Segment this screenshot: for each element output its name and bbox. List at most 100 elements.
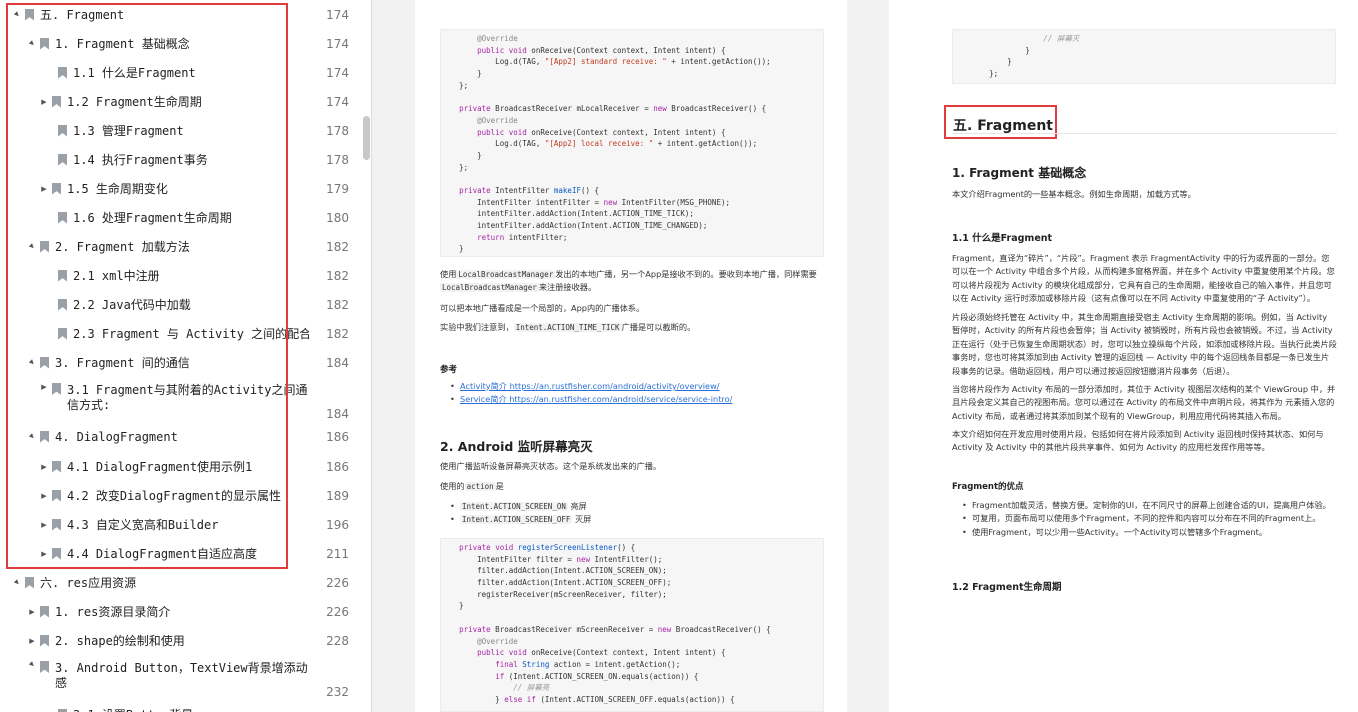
code-line: } bbox=[953, 57, 1012, 67]
collapse-arrow-icon[interactable]: ▲ bbox=[26, 37, 38, 49]
outline-item[interactable]: ▶ 4.3 自定义宽高和Builder 196 bbox=[0, 510, 362, 539]
bookmark-icon bbox=[25, 8, 34, 21]
outline-item[interactable]: ▶ 2. shape的绘制和使用 228 bbox=[0, 626, 362, 655]
bookmark-icon bbox=[52, 489, 61, 502]
bookmark-icon bbox=[40, 37, 49, 50]
list-item: Intent.ACTION_SCREEN_OFF 灭屏 bbox=[448, 513, 828, 527]
expand-arrow-icon[interactable]: ▶ bbox=[39, 383, 49, 391]
outline-page-number: 232 bbox=[326, 685, 349, 699]
outline-item[interactable]: ▶ 4.1 DialogFragment使用示例1 186 bbox=[0, 452, 362, 481]
expand-arrow-icon[interactable]: ▶ bbox=[39, 98, 49, 106]
collapse-arrow-icon[interactable]: ▲ bbox=[26, 240, 38, 252]
paragraph-actions: 使用的 action 是 bbox=[440, 481, 504, 491]
code-line: } bbox=[441, 69, 482, 79]
outline-item[interactable]: ▶ 4.2 改变DialogFragment的显示属性 189 bbox=[0, 481, 362, 510]
code-line: filter.addAction(Intent.ACTION_SCREEN_ON… bbox=[441, 566, 667, 576]
outline-item[interactable]: ▲ 2. Fragment 加载方法 182 bbox=[0, 232, 362, 261]
outline-item[interactable]: ▶ 1. res资源目录简介 226 bbox=[0, 597, 362, 626]
outline-item[interactable]: ▲ 五. Fragment 174 bbox=[0, 0, 362, 29]
expand-arrow-icon[interactable]: ▶ bbox=[39, 492, 49, 500]
outline-item[interactable]: 1.4 执行Fragment事务 178 bbox=[0, 145, 362, 174]
paragraph-what-3: 当您将片段作为 Activity 布局的一部分添加时，其位于 Activity … bbox=[952, 384, 1336, 421]
code-line: registerReceiver(mScreenReceiver, filter… bbox=[441, 589, 667, 599]
outline-item-label: 1.5 生命周期变化 bbox=[67, 182, 168, 196]
outline-item[interactable]: ▶ 4.4 DialogFragment自适应高度 211 bbox=[0, 539, 362, 568]
list-item: 使用Fragment，可以少用一些Activity。一个Activity可以管辖… bbox=[960, 526, 1338, 540]
outline-page-number: 174 bbox=[326, 65, 349, 80]
code-block-screen-listener: private void registerScreenListener() { … bbox=[440, 538, 824, 712]
bookmark-icon bbox=[58, 298, 67, 311]
bookmark-icon bbox=[58, 211, 67, 224]
outline-item-label: 3. Android Button，TextView背景增添动感 bbox=[55, 661, 308, 690]
code-line: if (Intent.ACTION_SCREEN_ON.equals(actio… bbox=[495, 671, 699, 681]
outline-page-number: 182 bbox=[326, 268, 349, 283]
expand-arrow-icon[interactable]: ▶ bbox=[39, 550, 49, 558]
outline-item[interactable]: ▶ 1.5 生命周期变化 179 bbox=[0, 174, 362, 203]
code-line: private void registerScreenListener() { bbox=[459, 543, 636, 552]
list-item: Intent.ACTION_SCREEN_ON 亮屏 bbox=[448, 500, 828, 514]
outline-item[interactable]: 2.2 Java代码中加载 182 bbox=[0, 290, 362, 319]
collapse-arrow-icon[interactable]: ▲ bbox=[26, 658, 38, 670]
collapse-arrow-icon[interactable]: ▲ bbox=[26, 430, 38, 442]
outline-item[interactable]: ▲ 六. res应用资源 226 bbox=[0, 568, 362, 597]
collapse-arrow-icon[interactable]: ▲ bbox=[26, 356, 38, 368]
expand-arrow-icon[interactable]: ▶ bbox=[39, 463, 49, 471]
code-line: intentFilter.addAction(Intent.ACTION_TIM… bbox=[441, 209, 694, 219]
bookmark-icon bbox=[40, 661, 49, 673]
code-line: public void onReceive(Context context, I… bbox=[477, 648, 726, 658]
code-line: // 屏幕灭 bbox=[953, 34, 1080, 43]
outline-item[interactable]: ▶ 1.2 Fragment生命周期 174 bbox=[0, 87, 362, 116]
outline-item[interactable]: 3.1 设置Button背景 bbox=[0, 700, 362, 712]
code-line: private BroadcastReceiver mLocalReceiver… bbox=[459, 104, 767, 114]
outline-page-number: 184 bbox=[326, 407, 349, 421]
code-line: } else if (Intent.ACTION_SCREEN_OFF.equa… bbox=[441, 694, 735, 704]
collapse-arrow-icon[interactable]: ▲ bbox=[11, 8, 23, 20]
references-heading: 参考 bbox=[440, 365, 458, 375]
outline-item[interactable]: ▲ 3. Android Button，TextView背景增添动感 232 bbox=[0, 655, 362, 699]
code-line: } bbox=[441, 601, 464, 611]
outline-item[interactable]: 1.1 什么是Fragment 174 bbox=[0, 58, 362, 87]
collapse-arrow-icon[interactable]: ▲ bbox=[11, 576, 23, 588]
reference-link[interactable]: Service简介 https://an.rustfisher.com/andr… bbox=[448, 393, 828, 407]
expand-arrow-icon[interactable]: ▶ bbox=[39, 185, 49, 193]
outline-item-label: 4.4 DialogFragment自适应高度 bbox=[67, 547, 258, 561]
outline-item[interactable]: ▶ 3.1 Fragment与其附着的Activity之间通信方式: 184 bbox=[0, 377, 362, 421]
outline-item[interactable]: ▲ 4. DialogFragment 186 bbox=[0, 422, 362, 451]
code-block-continued: // 屏幕灭 } } }; bbox=[952, 29, 1336, 84]
outline-item[interactable]: 1.3 管理Fragment 178 bbox=[0, 116, 362, 145]
paragraph-what-1: Fragment，直译为“碎片”，“片段”。Fragment 表示 Fragme… bbox=[952, 253, 1335, 304]
expand-arrow-icon[interactable]: ▶ bbox=[27, 608, 37, 616]
outline-item-label: 2. Fragment 加载方法 bbox=[55, 240, 190, 254]
outline-item[interactable]: ▲ 3. Fragment 间的通信 184 bbox=[0, 348, 362, 377]
expand-arrow-icon[interactable]: ▶ bbox=[27, 637, 37, 645]
outline-item-label: 2.1 xml中注册 bbox=[73, 269, 160, 283]
expand-arrow-icon[interactable]: ▶ bbox=[39, 521, 49, 529]
paragraph-what-4: 本文介绍如何在开发应用时使用片段，包括如何在将片段添加到 Activity 返回… bbox=[952, 429, 1324, 453]
heading-divider bbox=[952, 133, 1337, 134]
outline-item[interactable]: 2.1 xml中注册 182 bbox=[0, 261, 362, 290]
outline-page-number: 184 bbox=[326, 355, 349, 370]
outline-item[interactable]: ▲ 1. Fragment 基础概念 174 bbox=[0, 29, 362, 58]
outline-page-number: 178 bbox=[326, 152, 349, 167]
section-heading-basic: 1. Fragment 基础概念 bbox=[952, 166, 1087, 180]
outline-item-label: 4.2 改变DialogFragment的显示属性 bbox=[67, 489, 282, 503]
bookmark-icon bbox=[52, 95, 61, 108]
bookmark-icon bbox=[52, 182, 61, 195]
paragraph-local-system: 可以把本地广播看成是一个局部的，App内的广播体系。 bbox=[440, 303, 645, 313]
code-line: Log.d(TAG, "[App2] standard receive: " +… bbox=[441, 57, 771, 67]
outline-item-label: 1.4 执行Fragment事务 bbox=[73, 153, 208, 167]
paragraph-screen-intro: 使用广播监听设备屏幕亮灭状态。这个是系统发出来的广播。 bbox=[440, 461, 662, 471]
advantages-list: Fragment加载灵活，替换方便。定制你的UI，在不同尺寸的屏幕上创建合适的U… bbox=[960, 499, 1338, 540]
outline-item[interactable]: 2.3 Fragment 与 Activity 之间的配合 182 bbox=[0, 319, 362, 348]
screen-action-list: Intent.ACTION_SCREEN_ON 亮屏 Intent.ACTION… bbox=[448, 500, 828, 527]
reference-link[interactable]: Activity简介 https://an.rustfisher.com/and… bbox=[448, 380, 828, 394]
outline-item[interactable]: 1.6 处理Fragment生命周期 180 bbox=[0, 203, 362, 232]
code-line: public void onReceive(Context context, I… bbox=[477, 45, 726, 55]
outline-page-number: 186 bbox=[326, 459, 349, 474]
document-page-right: // 屏幕灭 } } }; 五. Fragment 1. Fragment 基础… bbox=[889, 0, 1358, 712]
outline-scrollbar[interactable] bbox=[363, 116, 370, 160]
outline-page-number: 226 bbox=[326, 575, 349, 590]
outline-page-number: 178 bbox=[326, 123, 349, 138]
outline-item-label: 3.1 Fragment与其附着的Activity之间通信方式: bbox=[67, 383, 308, 412]
